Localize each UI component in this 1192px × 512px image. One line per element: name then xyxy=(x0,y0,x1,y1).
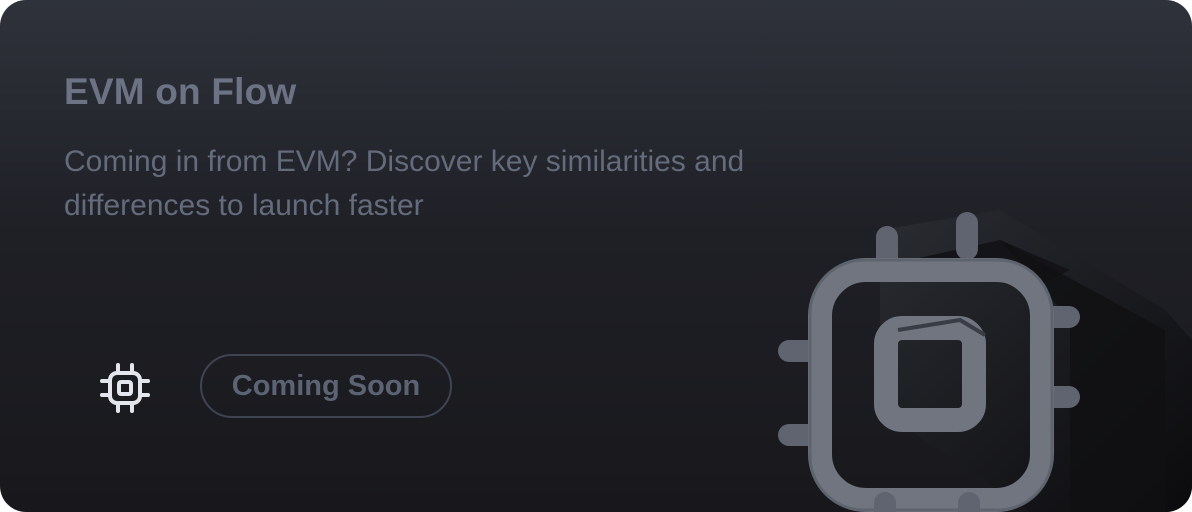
card-description: Coming in from EVM? Discover key similar… xyxy=(64,145,745,222)
chip-illustration-icon xyxy=(770,200,1192,512)
coming-soon-badge[interactable]: Coming Soon xyxy=(200,354,452,418)
chip-icon xyxy=(97,360,153,416)
card-title: EVM on Flow xyxy=(64,71,297,112)
evm-on-flow-card[interactable]: EVM on Flow Coming in from EVM? Discover… xyxy=(0,0,1192,512)
